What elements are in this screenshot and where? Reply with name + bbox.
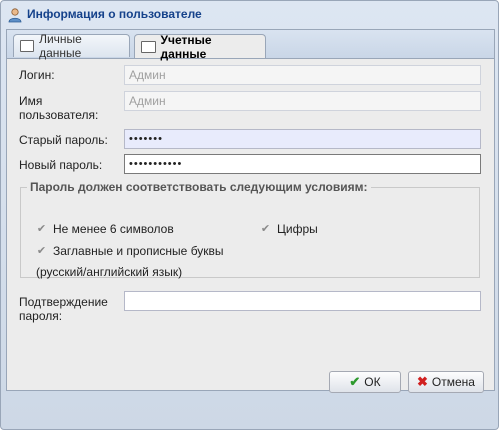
rule-case-note: (русский/английский язык) (36, 265, 183, 279)
cancel-button[interactable]: ✖ Отмена (408, 371, 484, 393)
old-password-label: Старый пароль: (19, 133, 108, 147)
new-password-label: Новый пароль: (19, 158, 103, 172)
confirm-password-field[interactable] (124, 291, 481, 311)
login-field: Админ (124, 65, 481, 85)
close-icon: ✖ (417, 374, 428, 389)
check-icon: ✔ (349, 374, 361, 389)
user-info-dialog: Информация о пользователе Личные данные … (0, 0, 499, 430)
new-password-field[interactable]: ••••••••••• (124, 154, 481, 174)
dialog-title: Информация о пользователе (27, 7, 202, 21)
card-icon (20, 40, 35, 52)
rule-digits: ✔ Цифры (260, 222, 318, 236)
tab-label: Учетные данные (160, 32, 212, 61)
username-field: Админ (124, 91, 481, 111)
checkmark-icon: ✔ (36, 222, 47, 235)
confirm-password-label: Подтверждение пароля: (19, 295, 108, 323)
tab-label: Личные данные (39, 32, 82, 60)
login-label: Логин: (19, 68, 55, 82)
rule-case-label: Заглавные и прописные буквы (53, 244, 224, 258)
ok-button[interactable]: ✔ ОК (329, 371, 401, 393)
username-label: Имя пользователя: (19, 94, 99, 122)
card-icon (141, 40, 156, 53)
cancel-button-label: Отмена (431, 375, 475, 389)
rule-min-length: ✔ Не менее 6 символов (36, 222, 174, 236)
dialog-titlebar[interactable]: Информация о пользователе (1, 1, 498, 29)
tab-personal-data[interactable]: Личные данные (13, 32, 130, 60)
password-rules-legend: Пароль должен соответствовать следующим … (30, 180, 368, 194)
password-rules-group: Пароль должен соответствовать следующим … (20, 180, 480, 279)
ok-button-label: ОК (364, 375, 381, 389)
checkmark-icon: ✔ (36, 244, 47, 257)
rule-digits-label: Цифры (277, 222, 318, 236)
rule-case: ✔ Заглавные и прописные буквы (36, 244, 224, 258)
tab-panel: Личные данные Учетные данные Логин: Адми… (6, 29, 495, 391)
checkmark-icon: ✔ (260, 222, 271, 235)
tab-account-data[interactable]: Учетные данные (134, 32, 266, 61)
user-icon (7, 7, 23, 23)
rule-min-length-label: Не менее 6 символов (53, 222, 174, 236)
old-password-field[interactable]: ••••••• (124, 129, 481, 149)
tab-strip: Личные данные Учетные данные (7, 30, 494, 61)
